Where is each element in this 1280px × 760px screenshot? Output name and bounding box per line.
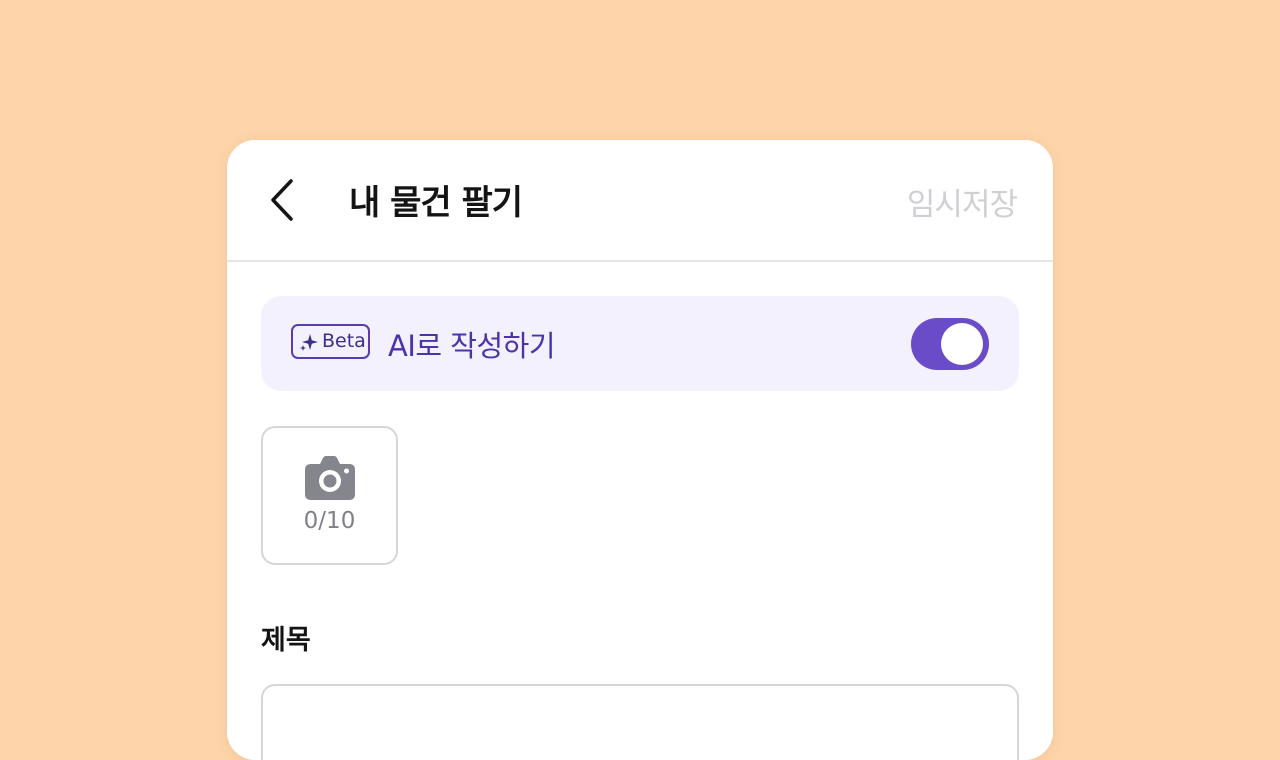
camera-icon: [305, 456, 355, 500]
ai-write-toggle[interactable]: [911, 318, 989, 370]
sparkle-icon: [300, 334, 318, 351]
sell-item-card: 내 물건 팔기 임시저장 Beta AI로 작성하기 0/10 제목: [227, 140, 1053, 760]
photo-upload-button[interactable]: 0/10: [261, 426, 398, 565]
title-input[interactable]: [261, 684, 1019, 760]
back-button[interactable]: [263, 176, 303, 224]
header: 내 물건 팔기 임시저장: [227, 140, 1053, 262]
chevron-left-icon: [271, 179, 293, 221]
ai-write-banner: Beta AI로 작성하기: [261, 296, 1019, 391]
beta-badge-label: Beta: [322, 330, 366, 352]
beta-badge: Beta: [291, 324, 370, 359]
ai-write-label: AI로 작성하기: [388, 329, 556, 363]
photo-count: 0/10: [303, 508, 356, 534]
page-title: 내 물건 팔기: [349, 183, 523, 223]
title-section-label: 제목: [261, 625, 311, 656]
save-draft-button[interactable]: 임시저장: [907, 179, 1018, 224]
toggle-knob: [941, 323, 983, 365]
